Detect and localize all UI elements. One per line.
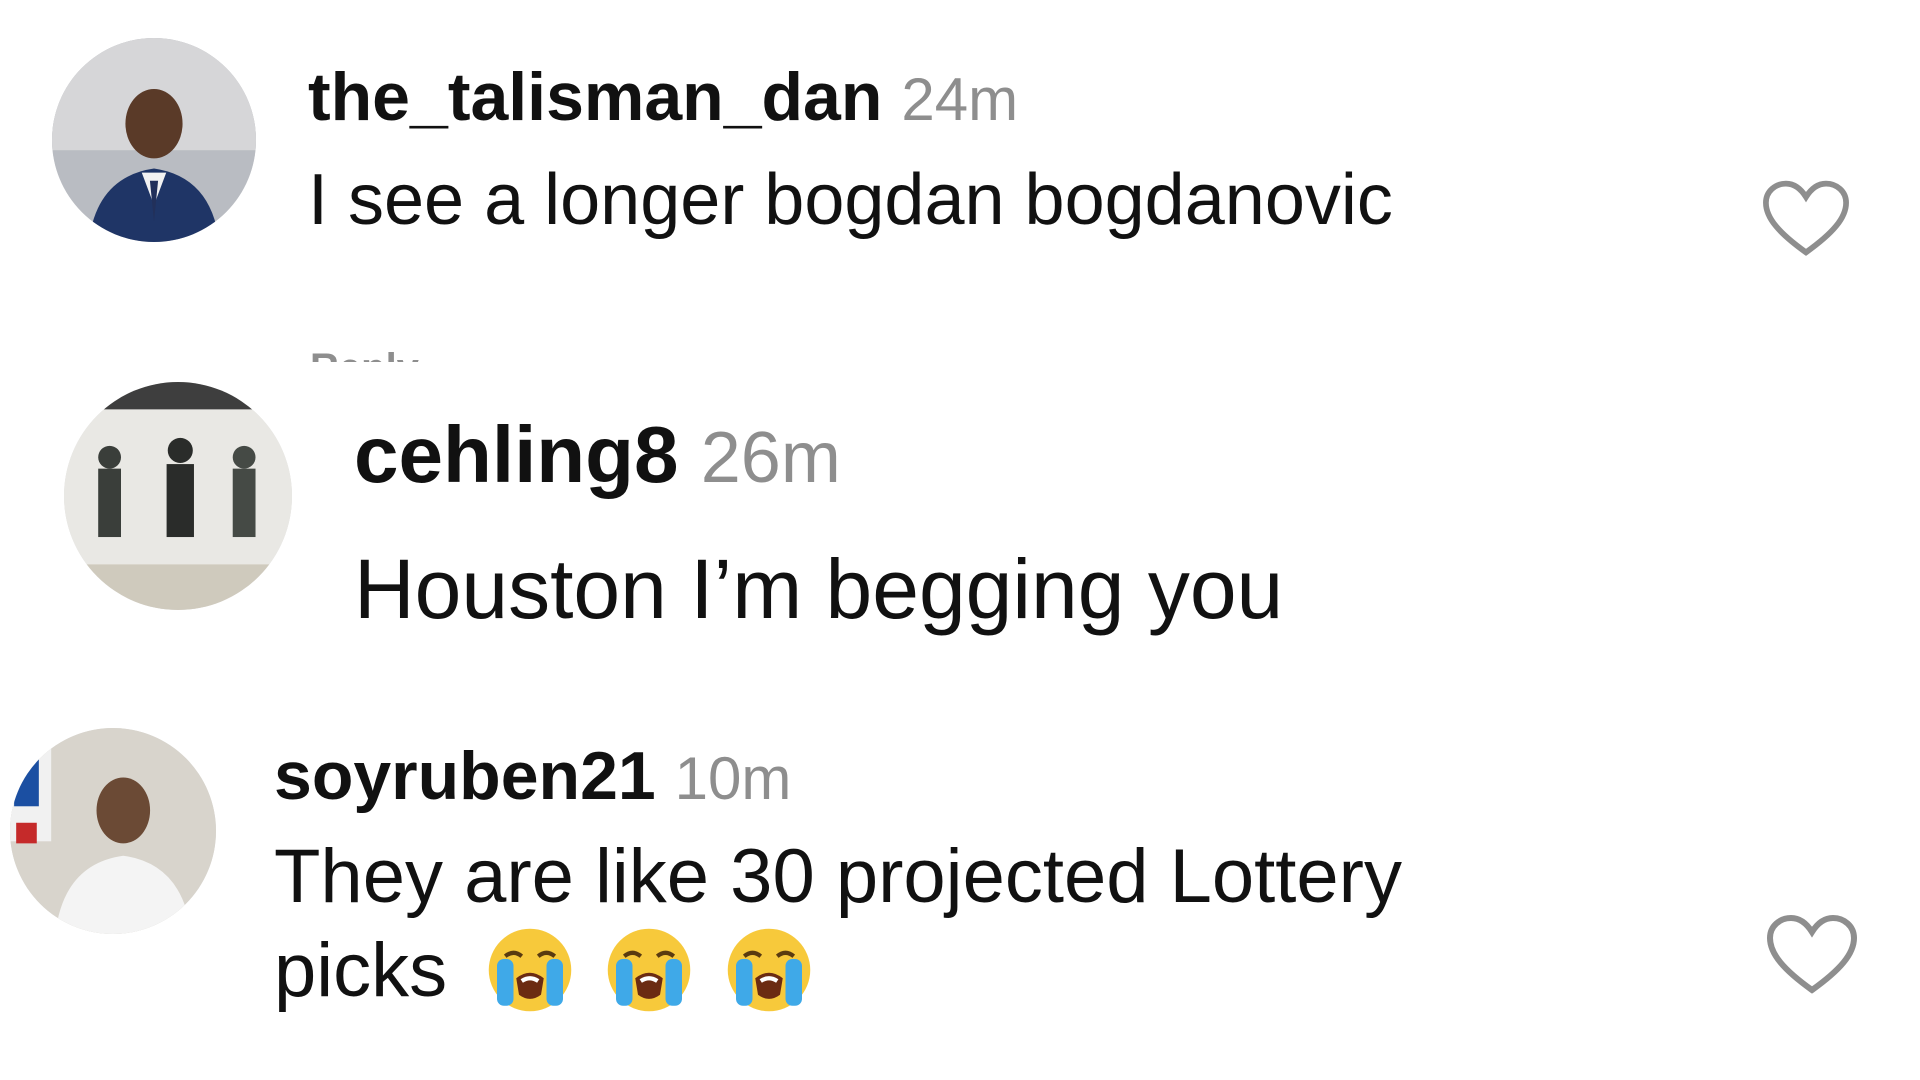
comment-item: soyruben21 10m They are like 30 projecte… — [0, 710, 1920, 1080]
username[interactable]: the_talisman_dan — [308, 59, 882, 135]
comment-item: the_talisman_dan 24m I see a longer bogd… — [0, 0, 1920, 370]
reply-button[interactable]: Reply — [310, 348, 419, 362]
comment-body: cehling8 26m Houston I’m begging you — [354, 410, 1283, 639]
comment-text: I see a longer bogdan bogdanovic — [308, 160, 1393, 240]
comment-body: soyruben21 10m They are like 30 projecte… — [274, 736, 1402, 1019]
timestamp[interactable]: 10m — [675, 745, 792, 812]
comment-body: the_talisman_dan 24m I see a longer bogd… — [308, 58, 1393, 243]
timestamp[interactable]: 26m — [701, 418, 841, 498]
avatar-image — [10, 728, 216, 934]
comment-text-line1: They are like 30 projected Lottery — [274, 834, 1402, 919]
timestamp[interactable]: 24m — [901, 66, 1018, 133]
avatar-image — [64, 382, 292, 610]
avatar[interactable] — [10, 728, 216, 934]
username[interactable]: soyruben21 — [274, 738, 656, 814]
comment-text: Houston I’m begging you — [354, 542, 1284, 636]
loudly-crying-face-icon — [605, 926, 693, 1014]
avatar[interactable] — [52, 38, 256, 242]
loudly-crying-face-icon — [486, 926, 574, 1014]
avatar[interactable] — [64, 382, 292, 610]
loudly-crying-face-icon — [725, 926, 813, 1014]
heart-outline-icon[interactable] — [1760, 176, 1852, 260]
comment-text-line2: picks — [274, 923, 1402, 1019]
comment-item: cehling8 26m Houston I’m begging you — [0, 370, 1920, 710]
username[interactable]: cehling8 — [354, 410, 679, 499]
comment-text-line2-word: picks — [274, 928, 448, 1013]
heart-outline-icon[interactable] — [1764, 910, 1860, 998]
avatar-image — [52, 38, 256, 242]
